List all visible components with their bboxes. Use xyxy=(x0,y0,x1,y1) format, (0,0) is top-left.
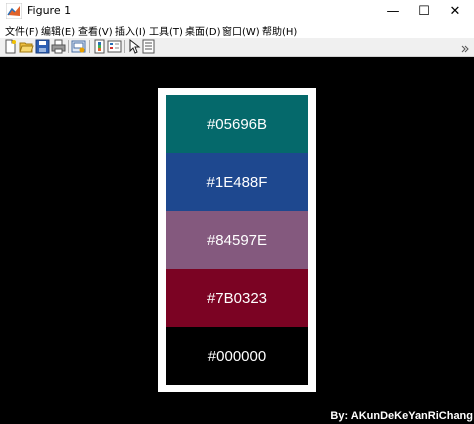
maximize-button[interactable]: ☐ xyxy=(409,0,439,22)
palette-frame: #05696B #1E488F #84597E #7B0323 #000000 xyxy=(158,88,316,392)
color-swatch: #05696B xyxy=(166,95,308,153)
save-icon[interactable] xyxy=(35,39,50,54)
menu-help[interactable]: 帮助(H) xyxy=(262,23,297,38)
color-swatch: #84597E xyxy=(166,211,308,269)
menu-file[interactable]: 文件(F) xyxy=(5,23,39,38)
matlab-app-icon xyxy=(5,2,23,20)
minimize-button[interactable]: — xyxy=(378,0,408,22)
menu-edit[interactable]: 编辑(E) xyxy=(41,23,75,38)
menu-bar: 文件(F) 编辑(E) 查看(V) 插入(I) 工具(T) 桌面(D) 窗口(W… xyxy=(0,22,474,38)
menu-desktop[interactable]: 桌面(D) xyxy=(185,23,221,38)
menu-insert[interactable]: 插入(I) xyxy=(115,23,146,38)
swatch-label: #000000 xyxy=(207,347,267,365)
toolbar-expand-icon[interactable] xyxy=(460,40,470,53)
menu-view[interactable]: 查看(V) xyxy=(78,23,113,38)
menu-window[interactable]: 窗口(W) xyxy=(222,23,260,38)
credit-text: By: AKunDeKeYanRiChang xyxy=(330,410,473,422)
color-swatch: #7B0323 xyxy=(166,269,308,327)
figure-toolbar xyxy=(0,38,474,57)
color-swatch: #000000 xyxy=(166,327,308,385)
close-button[interactable]: ✕ xyxy=(440,0,470,22)
swatch-label: #84597E xyxy=(206,231,268,249)
insert-legend-icon[interactable] xyxy=(107,39,122,54)
color-swatch: #1E488F xyxy=(166,153,308,211)
swatch-label: #7B0323 xyxy=(206,289,268,307)
figure-window: Figure 1 — ☐ ✕ 文件(F) 编辑(E) 查看(V) 插入(I) 工… xyxy=(0,0,474,424)
menu-tools[interactable]: 工具(T) xyxy=(149,23,183,38)
swatch-label: #1E488F xyxy=(206,173,268,191)
print-icon[interactable] xyxy=(51,39,66,54)
toolbar-separator xyxy=(68,40,69,53)
toolbar-separator xyxy=(124,40,125,53)
link-plot-icon[interactable] xyxy=(71,39,86,54)
edit-plot-pointer-icon[interactable] xyxy=(126,38,141,54)
insert-colorbar-icon[interactable] xyxy=(92,39,107,54)
figure-canvas[interactable]: #05696B #1E488F #84597E #7B0323 #000000 … xyxy=(0,57,474,424)
window-title: Figure 1 xyxy=(27,4,72,17)
toolbar-separator xyxy=(89,40,90,53)
swatch-label: #05696B xyxy=(206,115,268,133)
new-figure-icon[interactable] xyxy=(3,39,18,54)
open-icon[interactable] xyxy=(19,39,34,54)
title-bar[interactable]: Figure 1 — ☐ ✕ xyxy=(0,0,474,22)
property-inspector-icon[interactable] xyxy=(141,39,156,54)
